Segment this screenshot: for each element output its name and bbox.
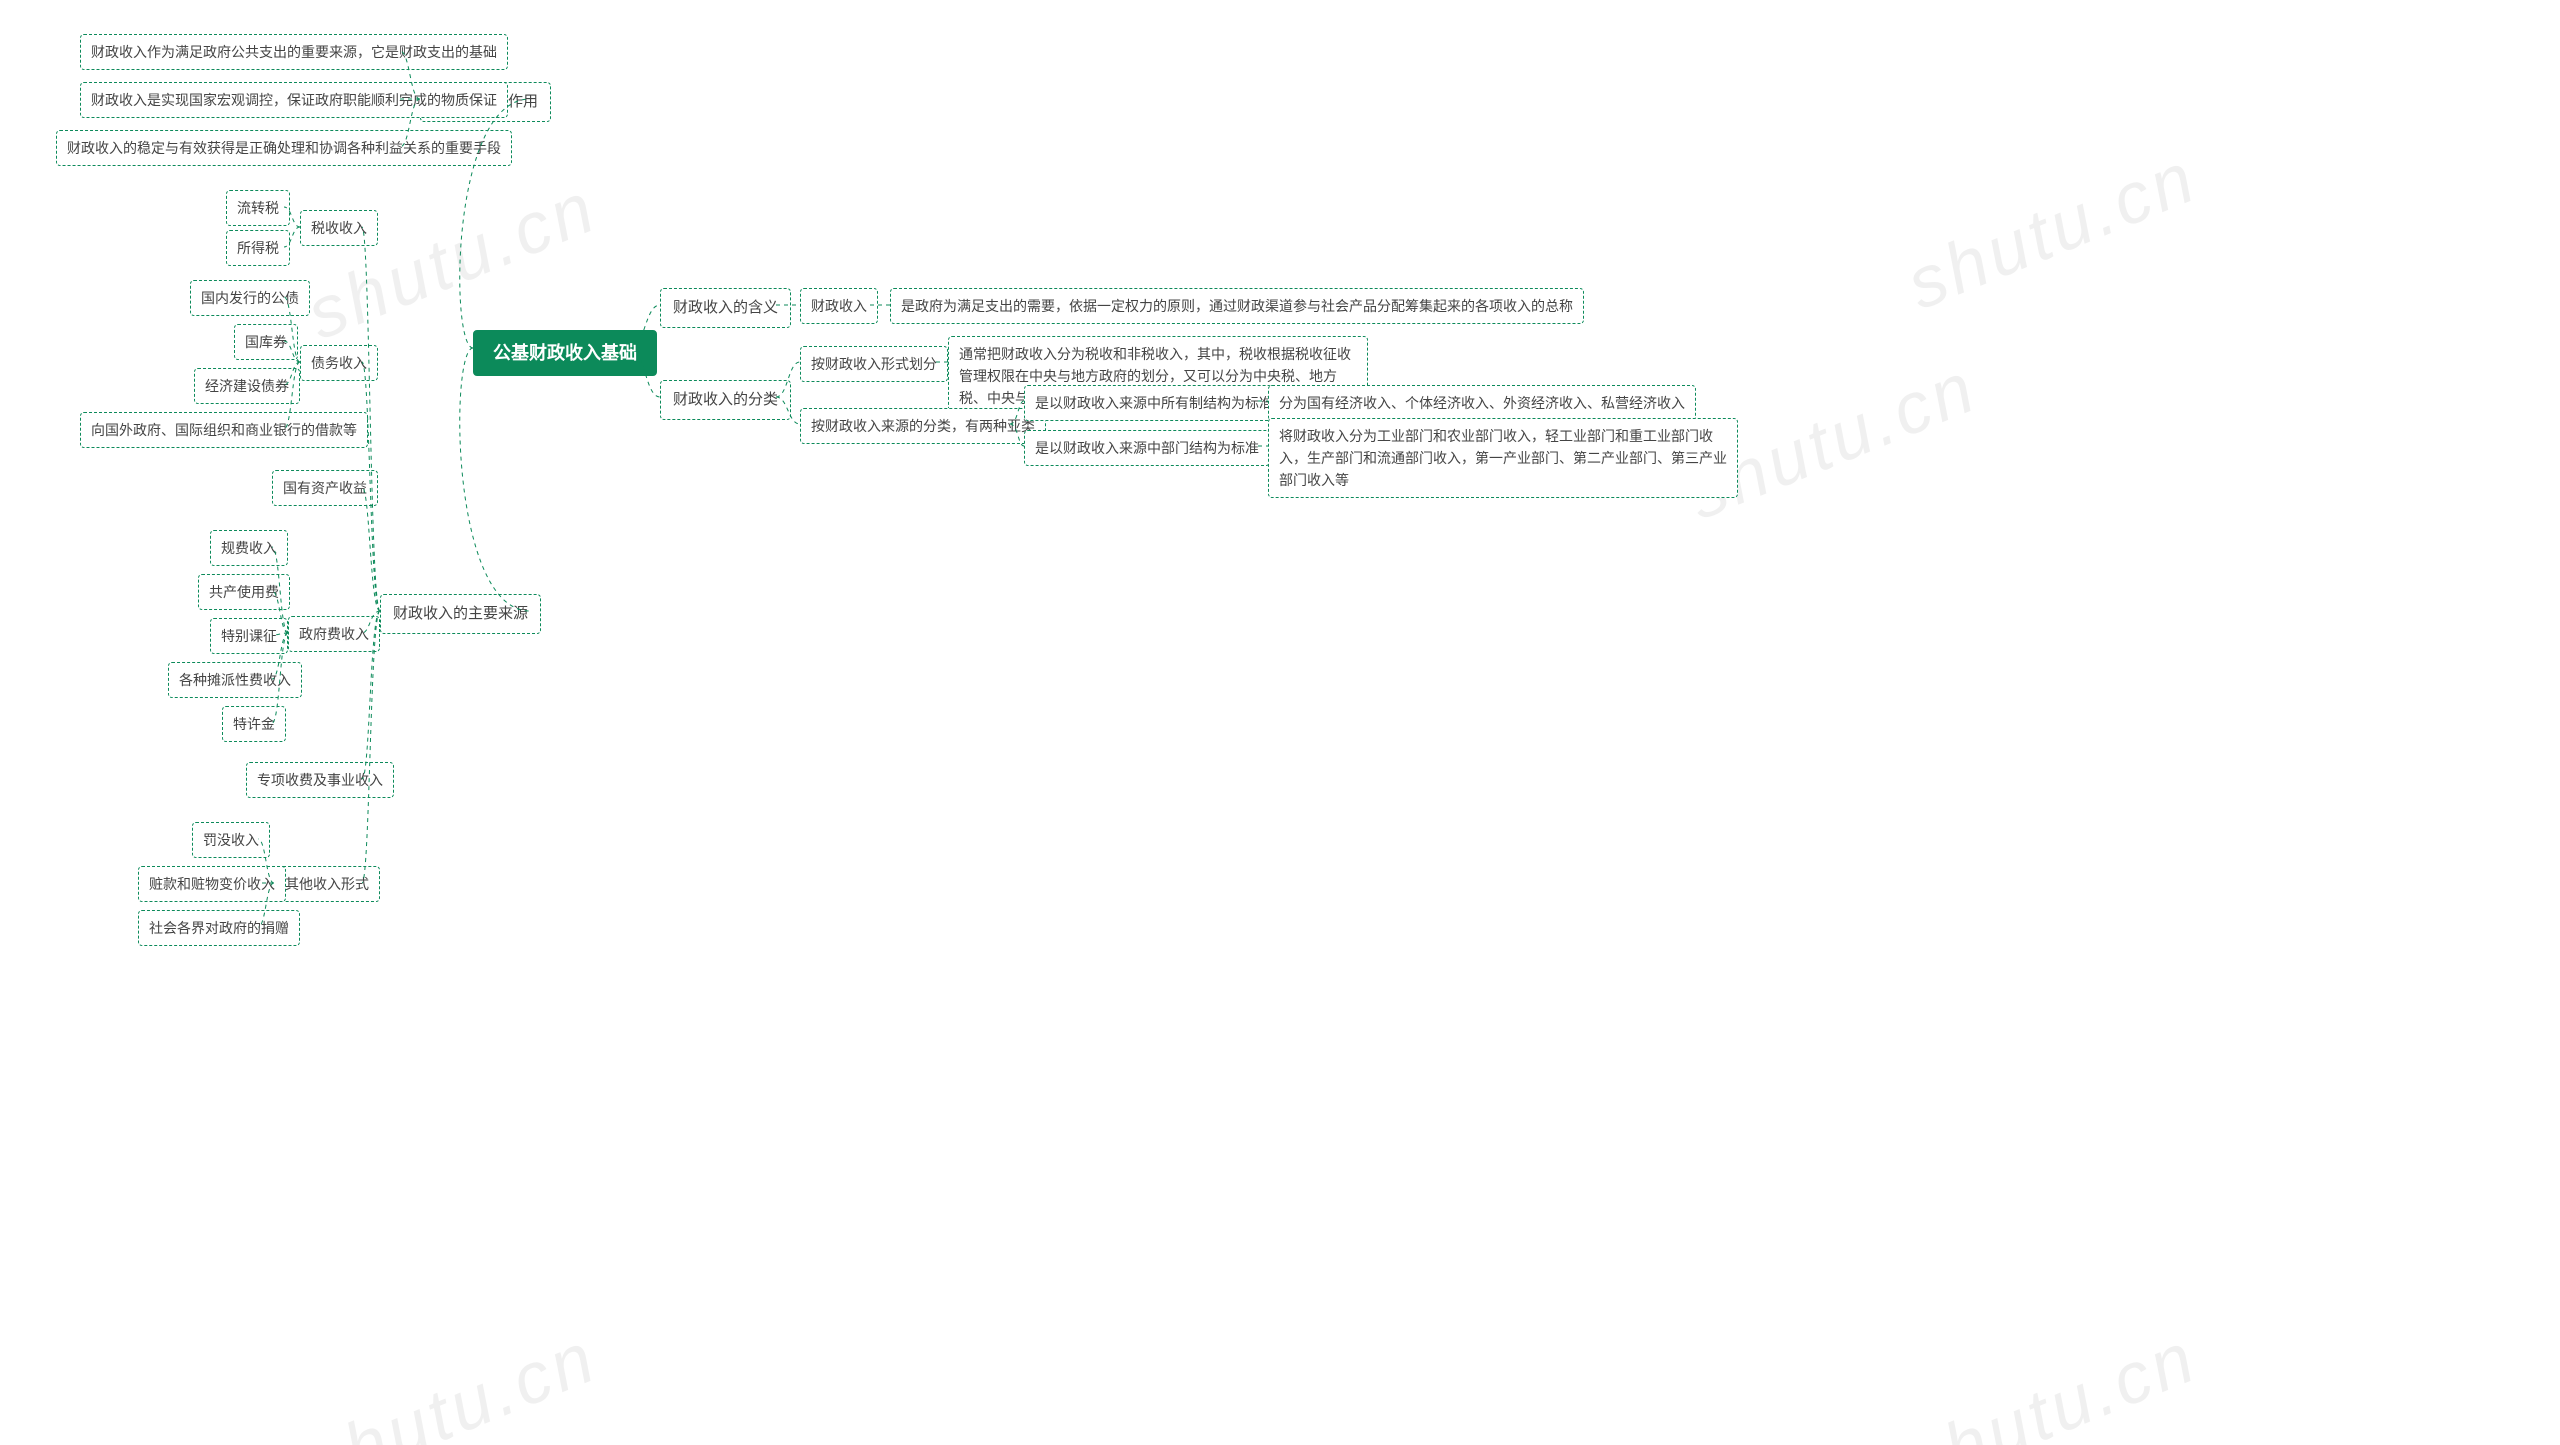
- node-other[interactable]: 其他收入形式: [274, 866, 380, 902]
- node-role-item-0[interactable]: 财政收入作为满足政府公共支出的重要来源，它是财政支出的基础: [80, 34, 508, 70]
- node-fee-2[interactable]: 特别课征: [210, 618, 288, 654]
- node-role-item-2[interactable]: 财政收入的稳定与有效获得是正确处理和协调各种利益关系的重要手段: [56, 130, 512, 166]
- node-meaning-child[interactable]: 财政收入: [800, 288, 878, 324]
- node-classify-s1[interactable]: 是以财政收入来源中所有制结构为标准: [1024, 385, 1284, 421]
- node-classify[interactable]: 财政收入的分类: [660, 380, 791, 420]
- node-debt-1[interactable]: 国库券: [234, 324, 298, 360]
- node-classify-bysource[interactable]: 按财政收入来源的分类，有两种亚类: [800, 408, 1046, 444]
- node-tax-1[interactable]: 所得税: [226, 230, 290, 266]
- node-special[interactable]: 专项收费及事业收入: [246, 762, 394, 798]
- node-fee-0[interactable]: 规费收入: [210, 530, 288, 566]
- node-other-1[interactable]: 赃款和赃物变价收入: [138, 866, 286, 902]
- node-meaning-desc[interactable]: 是政府为满足支出的需要，依据一定权力的原则，通过财政渠道参与社会产品分配筹集起来…: [890, 288, 1584, 324]
- node-asset[interactable]: 国有资产收益: [272, 470, 378, 506]
- watermark: shutu.cn: [296, 166, 609, 356]
- node-debt-3[interactable]: 向国外政府、国际组织和商业银行的借款等: [80, 412, 368, 448]
- node-tax-0[interactable]: 流转税: [226, 190, 290, 226]
- node-tax[interactable]: 税收收入: [300, 210, 378, 246]
- node-meaning[interactable]: 财政收入的含义: [660, 288, 791, 328]
- center-node[interactable]: 公基财政收入基础: [473, 330, 657, 376]
- node-classify-s2[interactable]: 是以财政收入来源中部门结构为标准: [1024, 430, 1270, 466]
- node-debt[interactable]: 债务收入: [300, 345, 378, 381]
- node-debt-2[interactable]: 经济建设债券: [194, 368, 300, 404]
- node-fee[interactable]: 政府费收入: [288, 616, 380, 652]
- node-classify-s2-desc[interactable]: 将财政收入分为工业部门和农业部门收入，轻工业部门和重工业部门收入，生产部门和流通…: [1268, 418, 1738, 498]
- node-classify-byform[interactable]: 按财政收入形式划分: [800, 346, 948, 382]
- node-debt-0[interactable]: 国内发行的公债: [190, 280, 310, 316]
- watermark: shutu.cn: [296, 1316, 609, 1445]
- node-fee-4[interactable]: 特许金: [222, 706, 286, 742]
- connectors: [0, 0, 2560, 1445]
- node-fee-3[interactable]: 各种摊派性费收入: [168, 662, 302, 698]
- watermark: shutu.cn: [1896, 1316, 2209, 1445]
- watermark: shutu.cn: [1896, 136, 2209, 326]
- node-fee-1[interactable]: 共产使用费: [198, 574, 290, 610]
- node-other-2[interactable]: 社会各界对政府的捐赠: [138, 910, 300, 946]
- node-sources[interactable]: 财政收入的主要来源: [380, 594, 541, 634]
- node-other-0[interactable]: 罚没收入: [192, 822, 270, 858]
- node-classify-s1-desc[interactable]: 分为国有经济收入、个体经济收入、外资经济收入、私营经济收入: [1268, 385, 1696, 421]
- node-role-item-1[interactable]: 财政收入是实现国家宏观调控，保证政府职能顺利完成的物质保证: [80, 82, 508, 118]
